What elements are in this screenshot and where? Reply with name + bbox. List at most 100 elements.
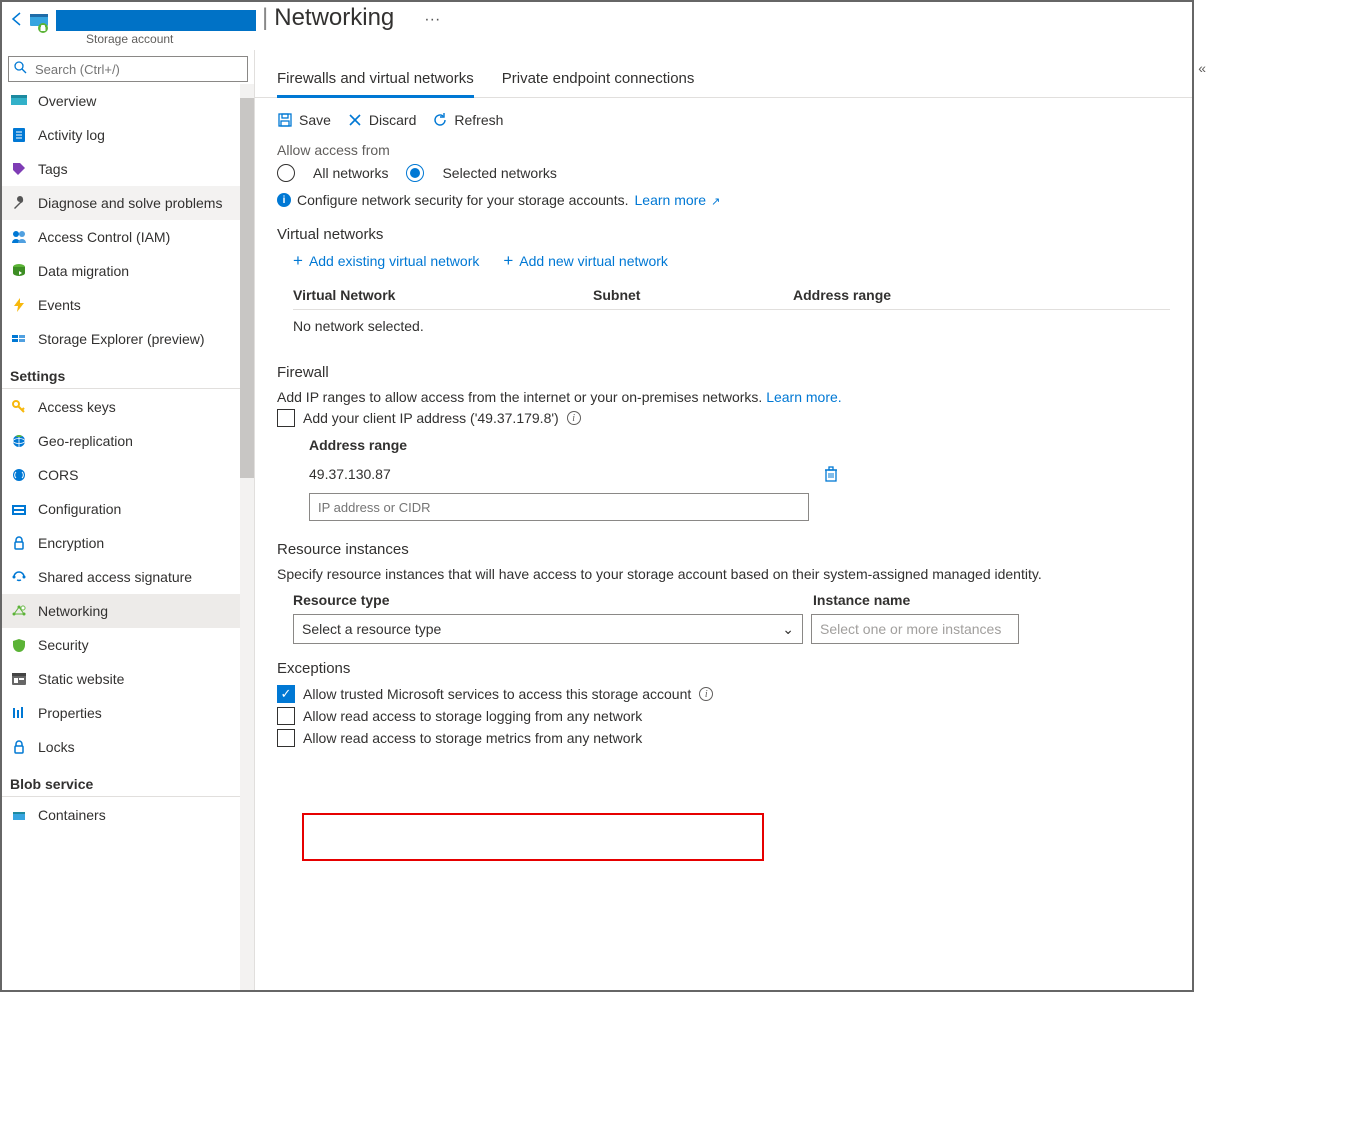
nav-label: Storage Explorer (preview) xyxy=(38,331,205,347)
storage-explorer-icon xyxy=(10,330,28,348)
add-new-vnet-button[interactable]: +Add new virtual network xyxy=(503,251,668,271)
allow-metrics-label: Allow read access to storage metrics fro… xyxy=(303,730,642,746)
nav-label: Tags xyxy=(38,161,68,177)
configuration-icon xyxy=(10,500,28,518)
learn-more-link[interactable]: Learn more ↗ xyxy=(635,192,721,208)
page-header: | Networking ··· Storage account xyxy=(2,2,1192,50)
exceptions-heading: Exceptions xyxy=(277,660,1170,677)
sidebar-item-data-migration[interactable]: Data migration xyxy=(2,254,240,288)
delete-ip-button[interactable] xyxy=(823,465,839,483)
discard-label: Discard xyxy=(369,112,416,128)
save-button[interactable]: Save xyxy=(277,112,331,128)
collapse-sidebar-icon[interactable]: « xyxy=(1198,60,1206,76)
sidebar-item-access-keys[interactable]: Access keys xyxy=(2,390,240,424)
address-range-row: 49.37.130.87 xyxy=(309,461,839,487)
nav-label: Overview xyxy=(38,93,96,109)
sidebar-item-networking[interactable]: Networking xyxy=(2,594,240,628)
plus-icon: + xyxy=(503,251,513,271)
nav-label: Security xyxy=(38,637,89,653)
save-icon xyxy=(277,112,293,128)
add-client-ip-checkbox[interactable] xyxy=(277,409,295,427)
sidebar-item-encryption[interactable]: Encryption xyxy=(2,526,240,560)
radio-all-label[interactable]: All networks xyxy=(313,165,388,181)
ip-value: 49.37.130.87 xyxy=(309,466,391,482)
resource-instances-heading: Resource instances xyxy=(277,541,1170,558)
events-icon xyxy=(10,296,28,314)
sidebar-item-overview[interactable]: Overview xyxy=(2,84,240,118)
discard-button[interactable]: Discard xyxy=(347,112,416,128)
sidebar-item-access-control[interactable]: Access Control (IAM) xyxy=(2,220,240,254)
sidebar-item-configuration[interactable]: Configuration xyxy=(2,492,240,526)
nav-label: Properties xyxy=(38,705,102,721)
lock-icon xyxy=(10,534,28,552)
tab-firewalls[interactable]: Firewalls and virtual networks xyxy=(277,64,474,98)
data-migration-icon xyxy=(10,262,28,280)
activity-log-icon xyxy=(10,126,28,144)
sidebar-item-locks[interactable]: Locks xyxy=(2,730,240,764)
page-subtitle: Storage account xyxy=(86,32,440,46)
sidebar-item-geo-replication[interactable]: Geo-replication xyxy=(2,424,240,458)
allow-trusted-checkbox[interactable]: ✓ xyxy=(277,685,295,703)
vnet-col-subnet: Subnet xyxy=(593,287,793,303)
nav-label: Activity log xyxy=(38,127,105,143)
nav-label: Networking xyxy=(38,603,108,619)
nav-label: CORS xyxy=(38,467,78,483)
info-text: Configure network security for your stor… xyxy=(297,192,629,208)
radio-selected-label[interactable]: Selected networks xyxy=(442,165,556,181)
instance-name-dropdown[interactable]: Select one or more instances xyxy=(811,614,1019,644)
sidebar-item-sas[interactable]: Shared access signature xyxy=(2,560,240,594)
external-link-icon: ↗ xyxy=(708,196,720,208)
back-icon[interactable] xyxy=(10,12,24,26)
more-actions-icon[interactable]: ··· xyxy=(424,11,440,29)
tab-private-endpoint[interactable]: Private endpoint connections xyxy=(502,64,695,97)
close-icon xyxy=(347,112,363,128)
sidebar: « ▴ Overview Activity log Tags Diagnose … xyxy=(2,50,255,990)
add-existing-vnet-button[interactable]: +Add existing virtual network xyxy=(293,251,479,271)
sidebar-item-events[interactable]: Events xyxy=(2,288,240,322)
radio-selected-networks[interactable] xyxy=(406,164,424,182)
firewall-learn-more-link[interactable]: Learn more. xyxy=(766,389,841,405)
storage-account-icon xyxy=(28,11,50,33)
sidebar-item-containers[interactable]: Containers xyxy=(2,798,240,832)
sidebar-section-blob: Blob service xyxy=(2,764,240,797)
sidebar-item-properties[interactable]: Properties xyxy=(2,696,240,730)
nav-label: Shared access signature xyxy=(38,569,192,585)
key-icon xyxy=(10,398,28,416)
overview-icon xyxy=(10,92,28,110)
access-control-icon xyxy=(10,228,28,246)
dropdown-placeholder: Select one or more instances xyxy=(820,621,1001,637)
nav-label: Geo-replication xyxy=(38,433,133,449)
search-icon xyxy=(14,61,27,74)
sidebar-item-security[interactable]: Security xyxy=(2,628,240,662)
info-icon: i xyxy=(277,193,291,207)
resource-type-header: Resource type xyxy=(293,592,813,608)
plus-icon: + xyxy=(293,251,303,271)
ip-address-input[interactable] xyxy=(309,493,809,521)
allow-logging-checkbox[interactable] xyxy=(277,707,295,725)
allow-metrics-checkbox[interactable] xyxy=(277,729,295,747)
resource-name-redacted xyxy=(56,10,256,31)
sidebar-item-storage-explorer[interactable]: Storage Explorer (preview) xyxy=(2,322,240,356)
sidebar-item-diagnose[interactable]: Diagnose and solve problems xyxy=(2,186,240,220)
allow-trusted-label: Allow trusted Microsoft services to acce… xyxy=(303,686,691,702)
networking-icon xyxy=(10,602,28,620)
resource-type-dropdown[interactable]: Select a resource type ⌄ xyxy=(293,614,803,644)
title-separator: | xyxy=(262,4,268,32)
sidebar-item-static-website[interactable]: Static website xyxy=(2,662,240,696)
nav-label: Access Control (IAM) xyxy=(38,229,170,245)
wrench-icon xyxy=(10,194,28,212)
sidebar-search-input[interactable] xyxy=(8,56,248,82)
info-circle-icon[interactable]: i xyxy=(567,411,581,425)
page-title: Networking xyxy=(274,4,394,32)
sidebar-item-tags[interactable]: Tags xyxy=(2,152,240,186)
chevron-down-icon: ⌄ xyxy=(782,621,794,638)
locks-icon xyxy=(10,738,28,756)
radio-all-networks[interactable] xyxy=(277,164,295,182)
info-circle-icon[interactable]: i xyxy=(699,687,713,701)
nav-label: Configuration xyxy=(38,501,121,517)
dropdown-placeholder: Select a resource type xyxy=(302,621,441,637)
sidebar-item-cors[interactable]: CORS xyxy=(2,458,240,492)
sidebar-item-activity-log[interactable]: Activity log xyxy=(2,118,240,152)
refresh-button[interactable]: Refresh xyxy=(432,112,503,128)
scrollbar-thumb[interactable] xyxy=(240,98,254,478)
